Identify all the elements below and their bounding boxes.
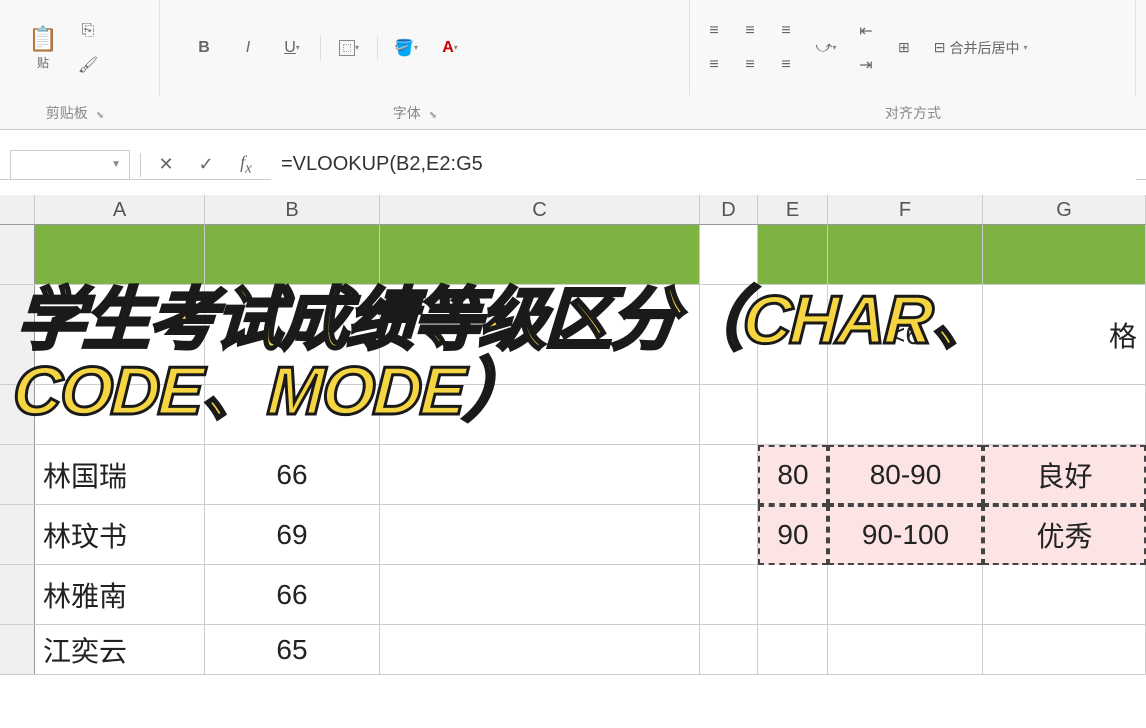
align-left-button[interactable]: ≡ (698, 49, 730, 81)
copy-button[interactable]: ⎘ (72, 15, 104, 47)
row-header[interactable] (0, 565, 35, 624)
lookup-cell-grade[interactable]: 良好 (983, 445, 1146, 505)
lookup-cell-grade[interactable]: 优秀 (983, 505, 1146, 565)
lookup-row: 90 90-100 优秀 (758, 505, 1146, 565)
column-header-f[interactable]: F (828, 195, 983, 224)
insert-function-button[interactable]: fx (231, 150, 261, 180)
wrap-text-button[interactable]: ⊞ (890, 32, 918, 64)
cell-score[interactable]: 65 (205, 625, 380, 674)
column-header-g[interactable]: G (983, 195, 1146, 224)
enter-formula-button[interactable]: ✓ (191, 150, 221, 180)
cell-name[interactable]: 林玟书 (35, 505, 205, 564)
increase-indent-button[interactable]: ⇥ (850, 49, 882, 81)
font-launcher-icon[interactable]: ⬊ (429, 110, 437, 121)
row-header[interactable] (0, 505, 35, 564)
paste-button[interactable]: 📋 贴 (18, 18, 68, 78)
bold-button[interactable]: B (188, 32, 220, 64)
cell[interactable] (205, 225, 380, 284)
ribbon-group-labels: 剪贴板⬊ 字体⬊ 对齐方式 (0, 95, 1146, 130)
cell[interactable] (380, 445, 700, 504)
alignment-group-label: 对齐方式 (680, 95, 1146, 129)
cell[interactable] (758, 225, 828, 284)
decrease-indent-button[interactable]: ⇤ (850, 15, 882, 47)
paste-label: 贴 (37, 54, 49, 71)
underline-button[interactable]: U▾ (276, 32, 308, 64)
font-group-label: 字体⬊ (150, 95, 680, 129)
formula-input[interactable] (271, 150, 1136, 180)
cell[interactable] (700, 625, 758, 674)
align-right-button[interactable]: ≡ (770, 49, 802, 81)
cell[interactable] (758, 625, 828, 674)
column-header-d[interactable]: D (700, 195, 758, 224)
column-header-b[interactable]: B (205, 195, 380, 224)
clipboard-group-label: 剪贴板⬊ (0, 95, 150, 129)
clipboard-launcher-icon[interactable]: ⬊ (96, 110, 104, 121)
column-headers: A B C D E F G (0, 195, 1146, 225)
table-row: 林雅南 66 (0, 565, 1146, 625)
lookup-cell-min[interactable]: 80 (758, 445, 828, 505)
cell[interactable] (828, 625, 983, 674)
clipboard-group: 📋 贴 ⎘ 🖌 (10, 0, 160, 95)
lookup-row: 80 80-90 良好 (758, 445, 1146, 505)
column-header-a[interactable]: A (35, 195, 205, 224)
orientation-button[interactable]: ⤻▾ (810, 32, 842, 64)
alignment-group: ≡ ≡ ≡ ≡ ≡ ≡ ⤻▾ ⇤ ⇥ ⊞ ⊟ 合并后居中 ▾ (690, 0, 1136, 95)
align-top-button[interactable]: ≡ (698, 15, 730, 47)
merge-center-button[interactable]: ⊟ 合并后居中 ▾ (926, 32, 1036, 64)
align-bottom-button[interactable]: ≡ (770, 15, 802, 47)
table-header-row (0, 225, 1146, 285)
row-header[interactable] (0, 625, 35, 674)
cell[interactable] (983, 625, 1146, 674)
bucket-icon: 🪣 (394, 38, 414, 58)
lookup-cell-min[interactable]: 90 (758, 505, 828, 565)
cell[interactable] (380, 505, 700, 564)
cell[interactable] (380, 225, 700, 284)
align-middle-button[interactable]: ≡ (734, 15, 766, 47)
cell-score[interactable]: 66 (205, 565, 380, 624)
cell-name[interactable]: 林雅南 (35, 565, 205, 624)
italic-button[interactable]: I (232, 32, 264, 64)
video-overlay-title: 学生考试成绩等级区分（CHAR、CODE、MODE） (11, 285, 1144, 428)
row-header[interactable] (0, 225, 35, 284)
cell-score[interactable]: 66 (205, 445, 380, 504)
cell-score[interactable]: 69 (205, 505, 380, 564)
font-group: B I U▾ ▾ 🪣▾ A▾ (160, 0, 690, 95)
cell[interactable] (35, 225, 205, 284)
lookup-cell-range[interactable]: 90-100 (828, 505, 983, 565)
row-header[interactable] (0, 445, 35, 504)
cell[interactable] (983, 565, 1146, 624)
cell-name[interactable]: 林国瑞 (35, 445, 205, 504)
column-header-c[interactable]: C (380, 195, 700, 224)
cell[interactable] (828, 565, 983, 624)
clipboard-icon: 📋 (28, 25, 58, 54)
cell[interactable] (380, 625, 700, 674)
cell[interactable] (828, 225, 983, 284)
fill-color-button[interactable]: 🪣▾ (390, 32, 422, 64)
cell[interactable] (700, 565, 758, 624)
merge-icon: ⊟ (934, 39, 946, 56)
cell[interactable] (983, 225, 1146, 284)
column-header-e[interactable]: E (758, 195, 828, 224)
name-box-dropdown-icon[interactable]: ▼ (111, 159, 121, 170)
formula-bar: ▼ ✕ ✓ fx (0, 130, 1146, 180)
table-row: 江奕云 65 (0, 625, 1146, 675)
align-center-button[interactable]: ≡ (734, 49, 766, 81)
borders-button[interactable]: ▾ (333, 32, 365, 64)
cell[interactable] (700, 225, 758, 284)
cell[interactable] (380, 565, 700, 624)
font-color-button[interactable]: A▾ (434, 32, 466, 64)
cell[interactable] (758, 565, 828, 624)
select-all-corner[interactable] (0, 195, 35, 224)
cancel-formula-button[interactable]: ✕ (151, 150, 181, 180)
format-painter-button[interactable]: 🖌 (72, 49, 104, 81)
cell[interactable] (700, 445, 758, 504)
name-box[interactable]: ▼ (10, 150, 130, 180)
cell[interactable] (700, 505, 758, 564)
lookup-cell-range[interactable]: 80-90 (828, 445, 983, 505)
lookup-table-selection: 80 80-90 良好 90 90-100 优秀 (758, 445, 1146, 565)
ribbon-toolbar: 📋 贴 ⎘ 🖌 B I U▾ ▾ 🪣▾ A▾ ≡ ≡ (0, 0, 1146, 95)
cell-name[interactable]: 江奕云 (35, 625, 205, 674)
